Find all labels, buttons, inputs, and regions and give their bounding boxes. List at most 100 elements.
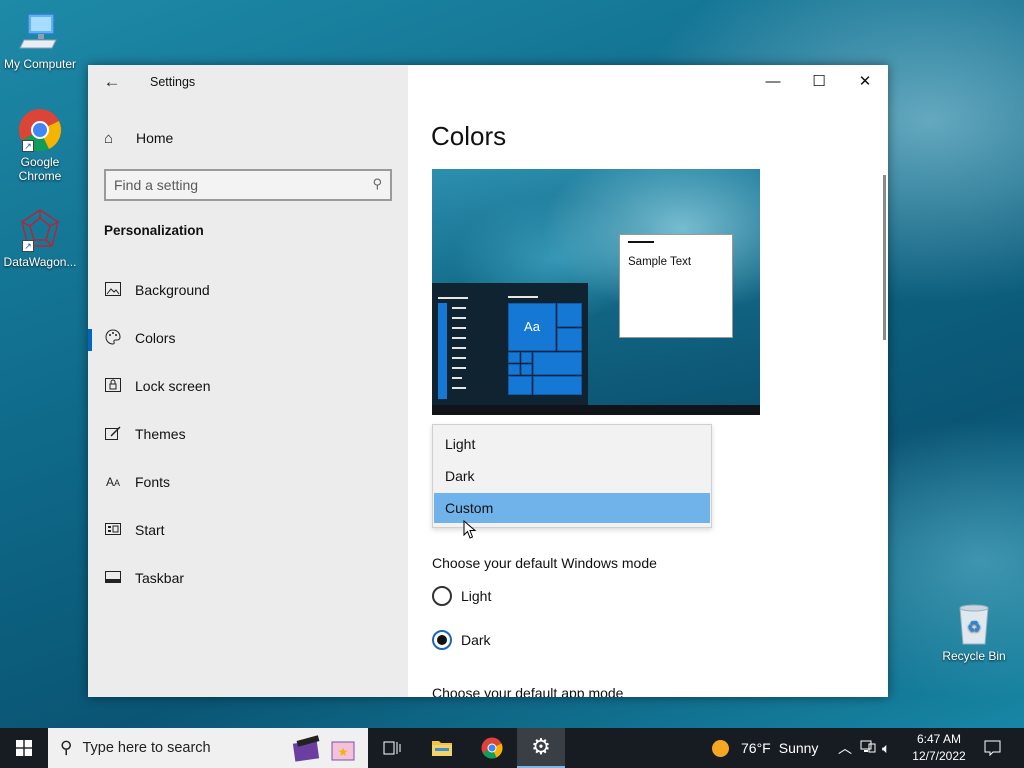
themes-icon (104, 425, 122, 443)
home-icon: ⌂ (104, 129, 114, 147)
notification-icon (984, 740, 1000, 756)
preview-tile-aa: Aa (508, 303, 556, 351)
taskbar-icon (104, 570, 122, 586)
recycle-bin-icon: ♻ (952, 602, 996, 646)
weather-condition: Sunny (778, 740, 819, 756)
nav-item-lock-screen[interactable]: Lock screen (88, 366, 408, 406)
settings-nav-pane: ← Settings ⌂ Home ⚲ Personalization Back… (88, 65, 408, 697)
nav-home[interactable]: ⌂ Home (104, 127, 173, 149)
search-icon[interactable]: ⚲ (372, 176, 382, 192)
chevron-up-icon[interactable]: ︿ (838, 738, 852, 758)
clock-date: 12/7/2022 (912, 749, 966, 763)
app-title: Settings (150, 75, 196, 89)
taskbar: ⚲ Type here to search ★ ⚙ 76°F Sunny ︿ 🔈… (0, 728, 1024, 768)
settings-content-pane: — ☐ ✕ Colors Aa Sample Text Light Dark C… (408, 65, 888, 697)
clock-time: 6:47 AM (916, 732, 962, 746)
desktop-icon-label: My Computer (3, 57, 77, 71)
nav-item-background[interactable]: Background (88, 270, 408, 310)
nav-item-themes[interactable]: Themes (88, 414, 408, 454)
shortcut-arrow-icon: ↗ (22, 240, 34, 252)
gear-icon: ⚙ (531, 734, 551, 759)
nav-item-label: Lock screen (135, 378, 211, 394)
desktop-icon-recycle-bin[interactable]: ♻ Recycle Bin (934, 602, 1014, 663)
settings-taskbar-button[interactable]: ⚙ (517, 728, 565, 768)
start-button[interactable] (0, 728, 48, 768)
search-highlight-icon: ★ (292, 734, 360, 768)
folder-icon (432, 741, 452, 756)
taskbar-clock[interactable]: 6:47 AM 12/7/2022 (906, 731, 972, 765)
title-bar[interactable]: ← Settings (88, 65, 408, 99)
preview-window: Sample Text (619, 234, 733, 338)
nav-home-label: Home (136, 130, 174, 146)
app-mode-label: Choose your default app mode (432, 685, 624, 697)
settings-search-box[interactable]: ⚲ (104, 169, 392, 201)
desktop-icon-label: Recycle Bin (942, 649, 1006, 663)
nav-item-label: Fonts (135, 474, 171, 490)
nav-item-taskbar[interactable]: Taskbar (88, 558, 408, 598)
desktop-icon-datawagon[interactable]: ↗ DataWagon... (0, 208, 80, 269)
taskbar-search-box[interactable]: ⚲ Type here to search ★ (48, 728, 368, 768)
section-title: Personalization (104, 223, 204, 238)
close-button[interactable]: ✕ (842, 69, 888, 95)
task-view-button[interactable] (372, 728, 412, 768)
nav-item-label: Background (135, 282, 210, 298)
system-tray: ︿ 🔈︎ (838, 728, 890, 768)
color-mode-dropdown[interactable]: Light Dark Custom (432, 424, 712, 528)
content-scrollbar[interactable] (883, 175, 886, 340)
task-view-icon (383, 741, 401, 755)
dropdown-option-custom[interactable]: Custom (434, 493, 710, 523)
mouse-cursor-icon (463, 519, 477, 540)
chrome-taskbar-button[interactable] (472, 728, 512, 768)
search-icon: ⚲ (60, 738, 73, 757)
desktop-icon-label: Google Chrome (18, 155, 62, 183)
chrome-icon (481, 737, 503, 759)
fonts-icon: AA (105, 475, 121, 489)
svg-text:♻: ♻ (967, 617, 981, 636)
dropdown-option-light[interactable]: Light (434, 429, 710, 459)
nav-item-label: Taskbar (135, 570, 185, 586)
lock-screen-icon (104, 377, 122, 395)
windows-mode-light-option[interactable]: Light (432, 585, 491, 607)
desktop-icon-google-chrome[interactable]: ↗ Google Chrome (0, 108, 80, 183)
weather-temp: 76°F (741, 740, 771, 756)
nav-item-start[interactable]: Start (88, 510, 408, 550)
volume-icon[interactable]: 🔈︎ (882, 740, 890, 757)
radio-label: Dark (461, 632, 491, 648)
notifications-button[interactable] (978, 728, 1006, 768)
minimize-button[interactable]: — (750, 69, 796, 95)
nav-item-label: Start (135, 522, 165, 538)
chrome-icon: ↗ (18, 108, 62, 152)
nav-item-label: Themes (135, 426, 186, 442)
windows-logo-icon (16, 740, 32, 756)
dropdown-option-dark[interactable]: Dark (434, 461, 710, 491)
palette-icon (104, 328, 122, 348)
start-icon (104, 522, 122, 538)
maximize-button[interactable]: ☐ (796, 69, 842, 95)
preview-start-menu: Aa (432, 283, 588, 405)
weather-widget[interactable]: 76°F Sunny (712, 728, 818, 768)
taskbar-search-placeholder: Type here to search (82, 740, 211, 756)
color-preview: Aa Sample Text (432, 169, 760, 415)
picture-icon (104, 281, 122, 299)
file-explorer-button[interactable] (422, 728, 462, 768)
nav-item-colors[interactable]: Colors (88, 318, 408, 358)
nav-item-fonts[interactable]: AA Fonts (88, 462, 408, 502)
shortcut-arrow-icon: ↗ (22, 140, 34, 152)
nav-item-label: Colors (135, 330, 176, 346)
page-title: Colors (431, 121, 507, 151)
settings-search-input[interactable] (114, 176, 364, 194)
computer-icon (18, 10, 62, 54)
back-arrow-icon[interactable]: ← (100, 71, 124, 93)
settings-window: ← Settings ⌂ Home ⚲ Personalization Back… (88, 65, 888, 697)
desktop-icon-my-computer[interactable]: My Computer (0, 10, 80, 71)
radio-label: Light (461, 588, 492, 604)
preview-taskbar (432, 405, 760, 415)
network-icon[interactable] (860, 740, 876, 757)
svg-text:★: ★ (338, 745, 349, 759)
windows-mode-dark-option[interactable]: Dark (432, 629, 491, 651)
radio-button[interactable] (432, 586, 452, 606)
datawagon-icon: ↗ (18, 208, 62, 252)
windows-mode-label: Choose your default Windows mode (432, 555, 657, 571)
desktop-icon-label: DataWagon... (3, 255, 77, 269)
radio-button[interactable] (432, 630, 452, 650)
